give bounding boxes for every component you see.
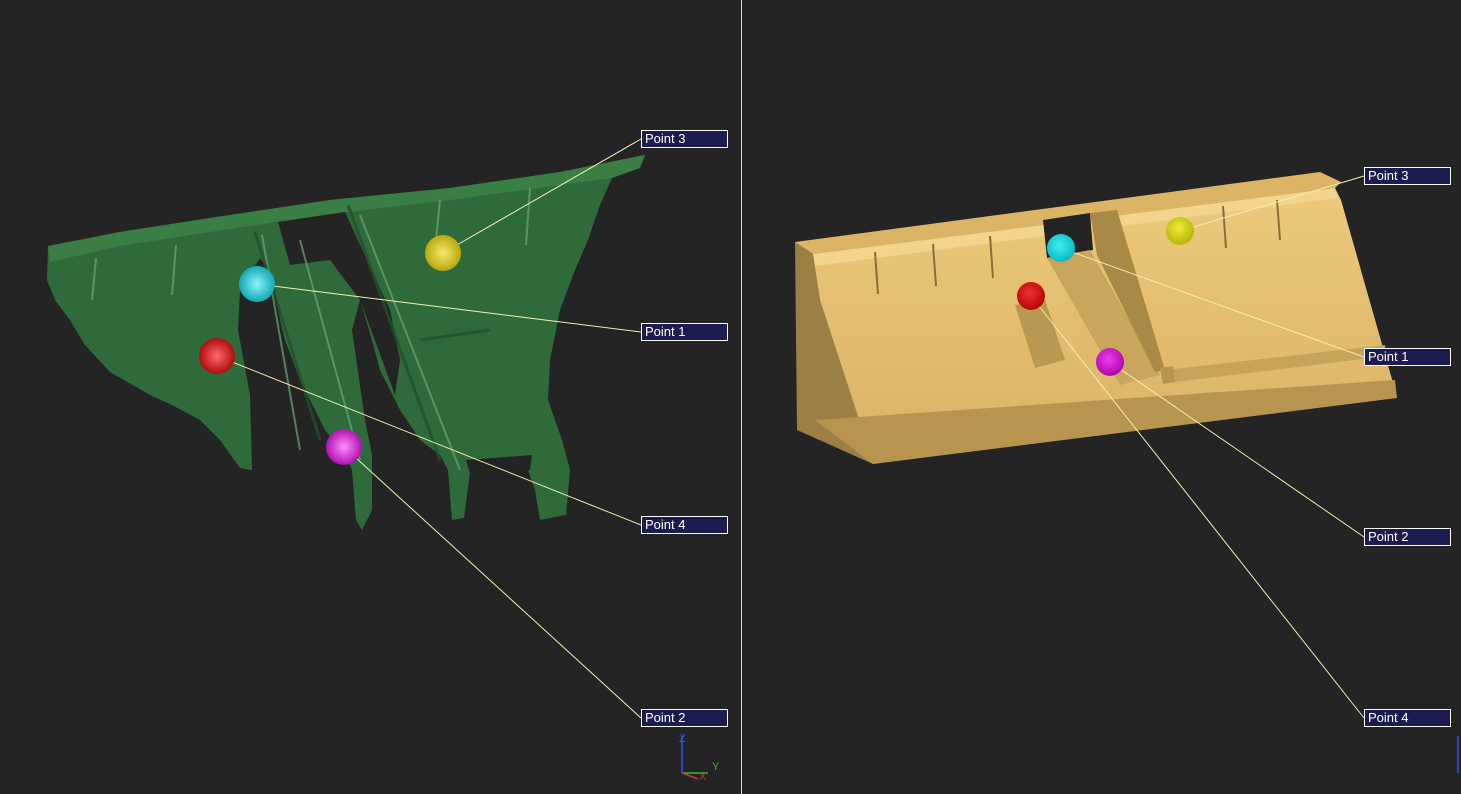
axis-triad: Y X Z — [679, 733, 720, 783]
point-4-marker-cad[interactable] — [1017, 282, 1045, 310]
point-1-label-cad[interactable]: Point 1 — [1364, 348, 1451, 366]
point-1-marker[interactable] — [239, 266, 275, 302]
point-1-marker-cad[interactable] — [1047, 234, 1075, 262]
point-3-marker-cad[interactable] — [1166, 217, 1194, 245]
point-4-label-cad[interactable]: Point 4 — [1364, 709, 1451, 727]
point-2-label-cad[interactable]: Point 2 — [1364, 528, 1451, 546]
point-3-label-cad[interactable]: Point 3 — [1364, 167, 1451, 185]
cad-post-right — [1205, 392, 1217, 420]
point-3-marker[interactable] — [425, 235, 461, 271]
axis-z-label: Z — [679, 733, 686, 745]
scan-mesh-scene: Y X Z — [47, 138, 720, 783]
left-3d-viewport[interactable]: Y X Z Point 3 Point 1 Point 4 Point 2 — [0, 0, 741, 794]
point-2-marker-cad[interactable] — [1096, 348, 1124, 376]
point-3-label[interactable]: Point 3 — [641, 130, 728, 148]
axis-y-label: Y — [712, 761, 720, 773]
point-4-label[interactable]: Point 4 — [641, 516, 728, 534]
axis-x-label: X — [699, 771, 707, 783]
point-1-label[interactable]: Point 1 — [641, 323, 728, 341]
point-2-label[interactable]: Point 2 — [641, 709, 728, 727]
scan-mesh[interactable] — [47, 155, 645, 530]
point-4-marker[interactable] — [199, 338, 235, 374]
cad-model[interactable] — [795, 172, 1397, 464]
cad-model-scene — [795, 172, 1459, 773]
right-3d-viewport[interactable]: Point 3 Point 1 Point 2 Point 4 — [745, 0, 1461, 794]
point-2-marker[interactable] — [326, 429, 362, 465]
